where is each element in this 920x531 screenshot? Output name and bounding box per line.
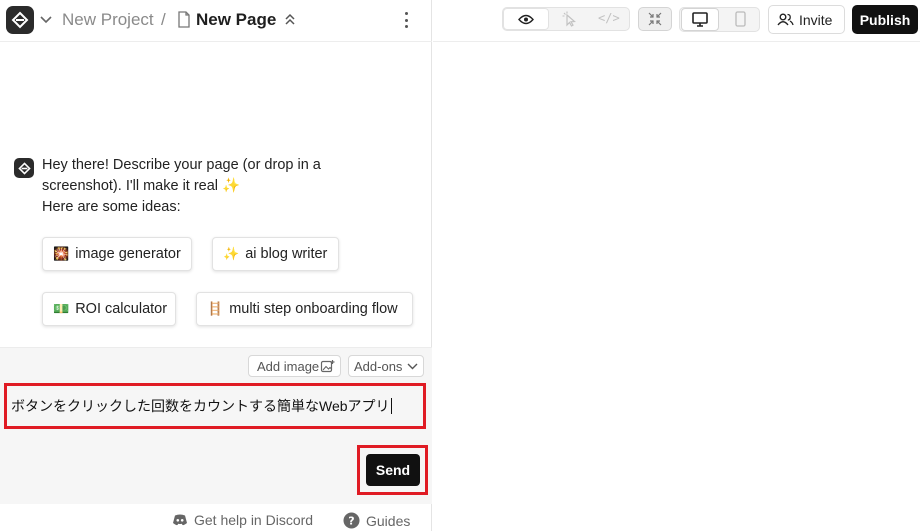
suggestion-label: image generator bbox=[75, 246, 181, 262]
add-image-button[interactable]: Add image bbox=[248, 355, 341, 377]
breadcrumb-project[interactable]: New Project bbox=[62, 10, 154, 30]
desktop-icon bbox=[692, 12, 708, 27]
bot-avatar-icon bbox=[14, 158, 34, 178]
prompt-text: ボタンをクリックした回数をカウントする簡単なWebアプリ bbox=[11, 398, 390, 414]
more-options-icon[interactable] bbox=[398, 9, 414, 31]
image-add-icon bbox=[320, 360, 335, 373]
bot-greeting: Hey there! Describe your page (or drop i… bbox=[42, 155, 372, 218]
mobile-icon bbox=[734, 11, 746, 27]
help-circle-icon: ? bbox=[343, 512, 360, 529]
users-icon bbox=[777, 13, 794, 26]
greeting-line: Hey there! Describe your page (or drop i… bbox=[42, 157, 321, 173]
minimize-arrows-icon bbox=[648, 12, 662, 26]
code-mode-button[interactable]: </> bbox=[598, 11, 620, 25]
invite-label: Invite bbox=[799, 11, 833, 28]
mobile-view-button[interactable] bbox=[730, 10, 750, 28]
select-pointer-icon[interactable] bbox=[561, 10, 579, 28]
breadcrumb-separator: / bbox=[161, 10, 166, 29]
prompt-input[interactable]: ボタンをクリックした回数をカウントする簡単なWebアプリ bbox=[4, 383, 426, 429]
invite-button[interactable]: Invite bbox=[768, 5, 845, 34]
addons-label: Add-ons bbox=[354, 358, 403, 374]
chevron-down-icon[interactable] bbox=[39, 12, 53, 26]
addons-dropdown[interactable]: Add-ons bbox=[348, 355, 424, 377]
money-icon: 💵 bbox=[53, 301, 70, 316]
chevron-up-double-icon[interactable] bbox=[283, 11, 297, 27]
eye-icon bbox=[518, 14, 534, 24]
page-icon bbox=[178, 11, 190, 28]
text-caret bbox=[390, 398, 392, 414]
discord-label: Get help in Discord bbox=[194, 512, 314, 528]
sparkles-icon: ✨ bbox=[223, 246, 240, 261]
suggestion-label: ROI calculator bbox=[75, 301, 168, 317]
preview-mode-button[interactable] bbox=[503, 8, 549, 30]
svg-text:?: ? bbox=[348, 515, 354, 528]
app-root: New Project / New Page Hey there! Descri… bbox=[0, 0, 920, 531]
guides-link[interactable]: ? Guides bbox=[343, 512, 410, 529]
ladder-icon: 🪜 bbox=[207, 301, 224, 316]
left-header: New Project / New Page bbox=[0, 0, 432, 42]
desktop-view-button[interactable] bbox=[681, 8, 719, 31]
collapse-button[interactable] bbox=[638, 7, 672, 31]
breadcrumb-page[interactable]: New Page bbox=[196, 10, 276, 30]
fireworks-icon: 🎇 bbox=[53, 246, 70, 261]
preview-canvas[interactable] bbox=[433, 43, 920, 531]
chevron-down-icon bbox=[407, 363, 418, 370]
suggestion-label: ai blog writer bbox=[245, 246, 328, 262]
guides-label: Guides bbox=[366, 512, 411, 529]
publish-button[interactable]: Publish bbox=[852, 5, 918, 34]
discord-help-link[interactable]: Get help in Discord bbox=[172, 512, 313, 528]
discord-icon bbox=[173, 514, 187, 526]
send-button[interactable]: Send bbox=[366, 454, 420, 486]
greeting-line: Here are some ideas: bbox=[42, 199, 181, 215]
suggestion-image-generator[interactable]: 🎇 image generator bbox=[42, 237, 192, 271]
app-logo-icon[interactable] bbox=[6, 6, 34, 34]
add-image-label: Add image bbox=[257, 358, 320, 374]
suggestion-roi-calculator[interactable]: 💵 ROI calculator bbox=[42, 292, 176, 326]
suggestion-ai-blog-writer[interactable]: ✨ ai blog writer bbox=[212, 237, 339, 271]
chat-panel: New Project / New Page Hey there! Descri… bbox=[0, 0, 432, 531]
greeting-line: screenshot). I'll make it real ✨ bbox=[42, 178, 241, 194]
suggestion-label: multi step onboarding flow bbox=[229, 301, 398, 317]
suggestion-onboarding-flow[interactable]: 🪜 multi step onboarding flow bbox=[196, 292, 413, 326]
